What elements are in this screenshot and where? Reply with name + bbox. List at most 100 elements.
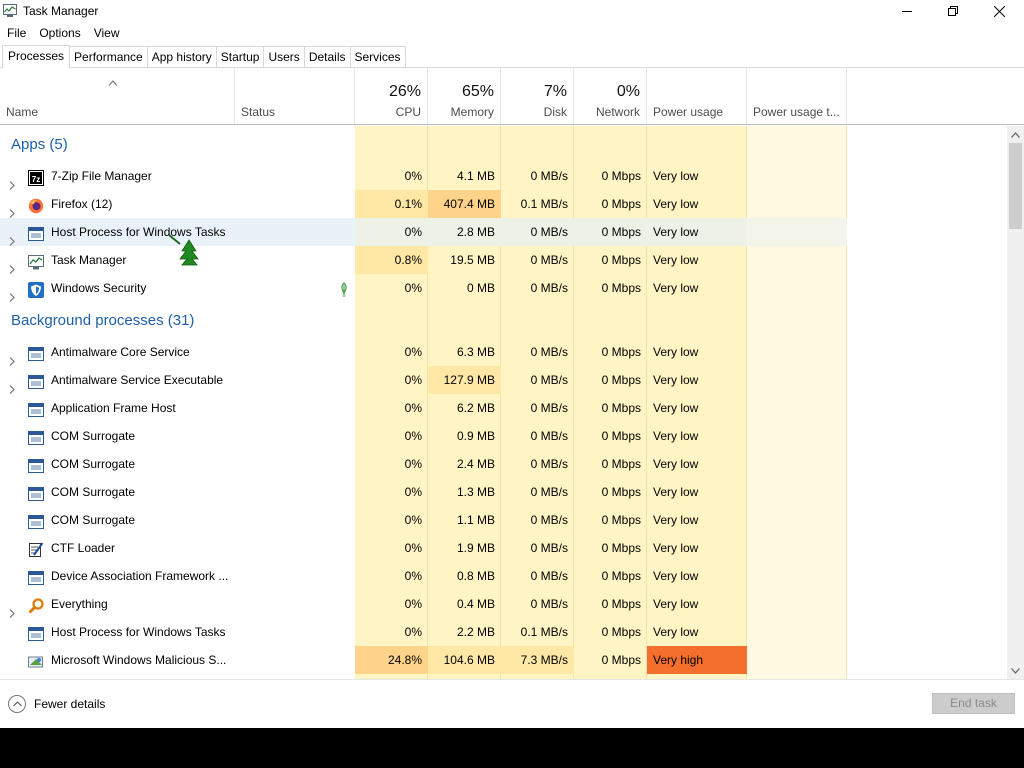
column-header: Name Status 26% CPU 65% Memory 7% Disk 0… <box>0 68 1024 125</box>
shield-icon <box>28 280 44 298</box>
power-trend-cell <box>747 338 847 366</box>
network-cell: 0 Mbps <box>601 401 641 415</box>
expand-chevron-icon[interactable] <box>9 600 15 618</box>
power-trend-cell <box>747 162 847 190</box>
window-title: Task Manager <box>23 4 99 18</box>
disk-cell: 0 MB/s <box>530 253 568 267</box>
column-disk-header[interactable]: 7% Disk <box>501 68 574 124</box>
disk-cell: 0 MB/s <box>530 597 568 611</box>
menu-file[interactable]: File <box>0 24 32 42</box>
process-row[interactable]: Host Process for Windows Tasks 0% 2.2 MB 0.… <box>0 618 1007 646</box>
power-trend-cell <box>747 478 847 506</box>
process-row[interactable]: Task Manager 0.8% 19.5 MB 0 MB/s 0 Mbps Very … <box>0 246 1007 274</box>
power-usage-cell: Very low <box>653 569 699 583</box>
process-row[interactable]: CTF Loader 0% 1.9 MB 0 MB/s 0 Mbps Very low <box>0 534 1007 562</box>
end-task-button[interactable]: End task <box>932 693 1015 714</box>
tab-startup[interactable]: Startup <box>216 46 265 68</box>
process-row[interactable]: Antimalware Service Executable 0% 127.9 MB… <box>0 366 1007 394</box>
column-memory-header[interactable]: 65% Memory <box>428 68 501 124</box>
process-name: Antimalware Core Service <box>51 345 190 359</box>
power-trend-cell <box>747 246 847 274</box>
group-header[interactable]: Background processes (31) <box>0 302 1007 338</box>
disk-total-percent: 7% <box>543 83 567 100</box>
expand-chevron-icon[interactable] <box>9 256 15 274</box>
column-name-header[interactable]: Name <box>0 68 235 124</box>
column-cpu-label: CPU <box>395 105 421 119</box>
power-usage-cell: Very low <box>653 541 699 555</box>
expand-chevron-icon[interactable] <box>9 376 15 394</box>
process-row[interactable]: Antimalware Core Service 0% 6.3 MB 0 MB/s 0 … <box>0 338 1007 366</box>
cpu-total-percent: 26% <box>388 83 421 100</box>
column-power-label: Power usage <box>653 105 724 119</box>
scroll-down-button[interactable] <box>1007 662 1024 679</box>
group-header[interactable]: Apps (5) <box>0 126 1007 162</box>
memory-cell: 1.3 MB <box>456 485 495 499</box>
menu-view[interactable]: View <box>87 24 126 42</box>
close-button[interactable] <box>976 0 1022 22</box>
power-trend-cell <box>747 366 847 394</box>
memory-cell: 2.4 MB <box>456 457 495 471</box>
restore-button[interactable] <box>930 0 976 22</box>
power-trend-cell <box>747 646 847 674</box>
column-network-header[interactable]: 0% Network <box>574 68 647 124</box>
process-list[interactable]: Apps (5) 7z 7-Zip File Manager 0% 4.1 MB 0 MB… <box>0 126 1007 679</box>
process-row[interactable]: Microsoft Windows Malicious S... 24.8% 104… <box>0 646 1007 674</box>
window-icon <box>28 512 44 529</box>
expand-chevron-icon[interactable] <box>9 200 15 218</box>
tab-performance[interactable]: Performance <box>70 46 148 68</box>
vertical-scrollbar[interactable] <box>1007 126 1024 679</box>
process-row[interactable]: COM Surrogate 0% 0.9 MB 0 MB/s 0 Mbps Very lo… <box>0 422 1007 450</box>
process-name-cell: COM Surrogate <box>0 450 355 478</box>
tab-users[interactable]: Users <box>264 46 305 68</box>
tab-details[interactable]: Details <box>304 46 351 68</box>
process-row[interactable]: COM Surrogate 0% 2.4 MB 0 MB/s 0 Mbps Very lo… <box>0 450 1007 478</box>
footer-divider <box>0 679 1024 680</box>
column-power-trend-header[interactable]: Power usage t... <box>747 68 847 124</box>
menu-options[interactable]: Options <box>32 24 86 42</box>
column-status-header[interactable]: Status <box>235 68 355 124</box>
network-cell: 0 Mbps <box>601 197 641 211</box>
column-cpu-header[interactable]: 26% CPU <box>355 68 428 124</box>
scroll-thumb[interactable] <box>1009 143 1022 229</box>
minimize-button[interactable] <box>884 0 930 22</box>
expand-chevron-icon[interactable] <box>9 348 15 366</box>
expand-chevron-icon[interactable] <box>9 228 15 246</box>
process-name-cell: Windows Security <box>0 274 355 302</box>
disk-cell: 0 MB/s <box>530 345 568 359</box>
process-row[interactable]: 7z 7-Zip File Manager 0% 4.1 MB 0 MB/s 0 Mbps… <box>0 162 1007 190</box>
sort-ascending-icon <box>108 80 118 86</box>
power-usage-cell: Very low <box>653 169 699 183</box>
process-row[interactable]: COM Surrogate 0% 1.3 MB 0 MB/s 0 Mbps Very lo… <box>0 478 1007 506</box>
cpu-cell: 0% <box>355 218 428 246</box>
process-name: Microsoft Windows Malicious S... <box>51 653 227 667</box>
process-row[interactable]: Everything 0% 0.4 MB 0 MB/s 0 Mbps Very low <box>0 590 1007 618</box>
memory-cell: 407.4 MB <box>428 190 501 218</box>
process-row[interactable]: Windows Security 0% 0 MB 0 MB/s 0 Mbps Very l… <box>0 274 1007 302</box>
scroll-up-button[interactable] <box>1007 126 1024 143</box>
expand-chevron-icon[interactable] <box>9 284 15 302</box>
tab-processes[interactable]: Processes <box>2 45 71 69</box>
power-usage-cell: Very low <box>653 625 699 639</box>
column-disk-label: Disk <box>543 105 567 119</box>
svg-text:7z: 7z <box>32 175 40 184</box>
tab-strip: Processes Performance App history Startu… <box>2 45 406 69</box>
column-power-trend-label: Power usage t... <box>753 105 840 119</box>
process-row[interactable]: Device Association Framework ... 0% 0.8 MB… <box>0 562 1007 590</box>
process-row[interactable]: Host Process for Windows Tasks 0% 2.8 MB 0 … <box>0 218 1007 246</box>
memory-total-percent: 65% <box>461 83 494 100</box>
title-bar[interactable]: Task Manager <box>0 0 1024 22</box>
process-name-cell: COM Surrogate <box>0 478 355 506</box>
tab-services[interactable]: Services <box>350 46 406 68</box>
process-row[interactable]: Application Frame Host 0% 6.2 MB 0 MB/s 0 Mb… <box>0 394 1007 422</box>
memory-cell: 0.9 MB <box>456 429 495 443</box>
power-usage-cell: Very low <box>653 513 699 527</box>
power-usage-cell: Very low <box>653 485 699 499</box>
tab-app-history[interactable]: App history <box>147 46 217 68</box>
disk-cell: 0 MB/s <box>501 218 574 246</box>
fewer-details-button[interactable]: Fewer details <box>8 694 105 714</box>
firefox-icon <box>28 196 44 214</box>
process-row[interactable]: COM Surrogate 0% 1.1 MB 0 MB/s 0 Mbps Very lo… <box>0 506 1007 534</box>
expand-chevron-icon[interactable] <box>9 172 15 190</box>
column-power-header[interactable]: Power usage <box>647 68 747 124</box>
process-row[interactable]: Firefox (12) 0.1% 407.4 MB 0.1 MB/s 0 Mbps Ve… <box>0 190 1007 218</box>
